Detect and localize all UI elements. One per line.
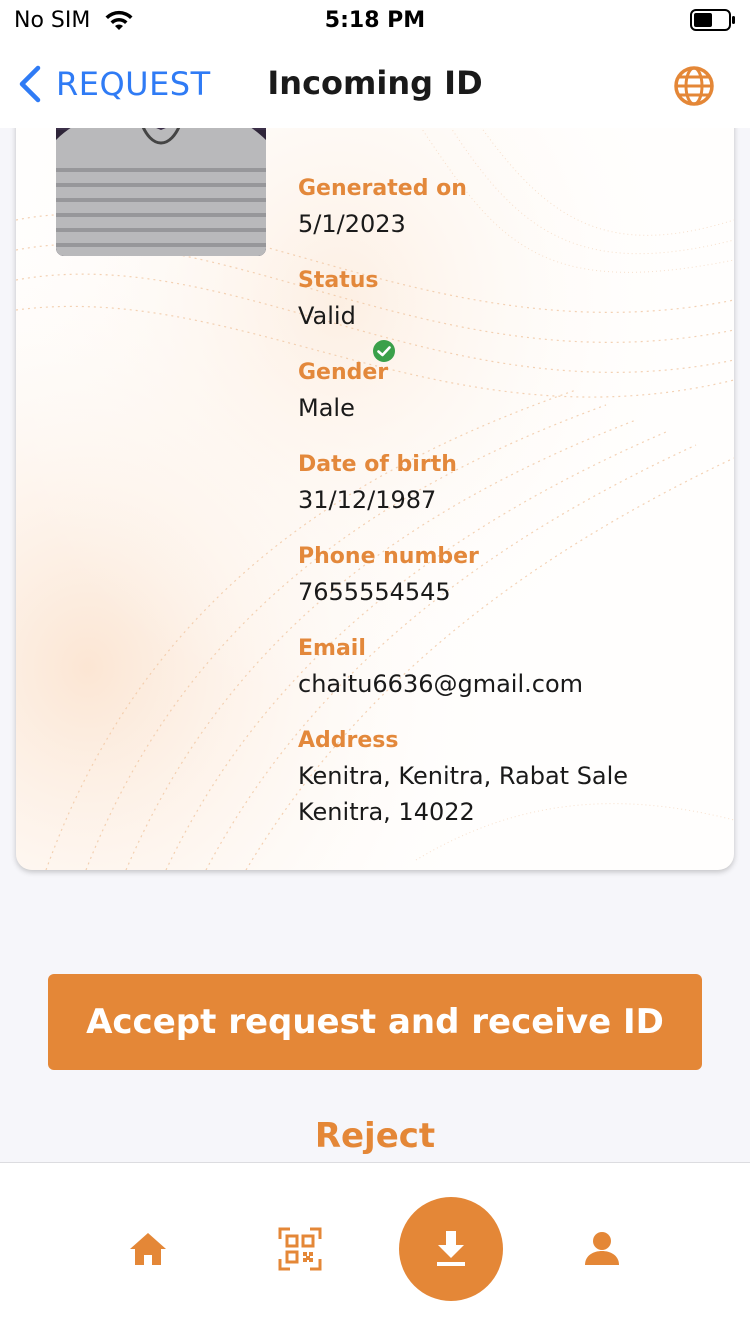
email-value: chaitu6636@gmail.com xyxy=(298,670,584,698)
phone-number-value: 7655554545 xyxy=(298,578,451,606)
id-card: 3921853893 Generated on 5/1/2023 Status … xyxy=(16,60,734,870)
accept-request-button[interactable]: Accept request and receive ID xyxy=(48,974,702,1070)
address-value-line2: Kenitra, 14022 xyxy=(298,798,475,826)
address-label: Address xyxy=(298,728,399,753)
date-of-birth-value: 31/12/1987 xyxy=(298,486,437,514)
address-value-line1: Kenitra, Kenitra, Rabat Sale xyxy=(298,762,629,790)
battery-icon xyxy=(690,9,735,31)
status-bar: No SIM 5:18 PM xyxy=(0,0,750,40)
back-button[interactable]: REQUEST xyxy=(16,62,211,106)
email-label: Email xyxy=(298,636,366,661)
qr-code-icon[interactable] xyxy=(278,1227,322,1271)
status-value: Valid xyxy=(298,302,356,330)
date-of-birth-label: Date of birth xyxy=(298,452,457,477)
globe-icon[interactable] xyxy=(672,64,716,108)
gender-value: Male xyxy=(298,394,355,422)
home-icon[interactable] xyxy=(126,1227,170,1271)
reject-button[interactable]: Reject xyxy=(0,1116,750,1156)
navigation-bar: REQUEST Incoming ID xyxy=(0,40,750,128)
gender-label: Gender xyxy=(298,360,389,385)
tab-bar xyxy=(0,1162,750,1335)
clock: 5:18 PM xyxy=(324,8,426,33)
profile-icon[interactable] xyxy=(580,1227,624,1271)
chevron-left-icon xyxy=(19,65,41,103)
phone-number-label: Phone number xyxy=(298,544,479,569)
status-label: Status xyxy=(298,268,379,293)
download-tab-button[interactable] xyxy=(399,1197,503,1301)
generated-on-value: 5/1/2023 xyxy=(298,210,406,238)
download-icon xyxy=(437,1231,465,1266)
generated-on-label: Generated on xyxy=(298,176,467,201)
back-button-label: REQUEST xyxy=(56,65,211,103)
